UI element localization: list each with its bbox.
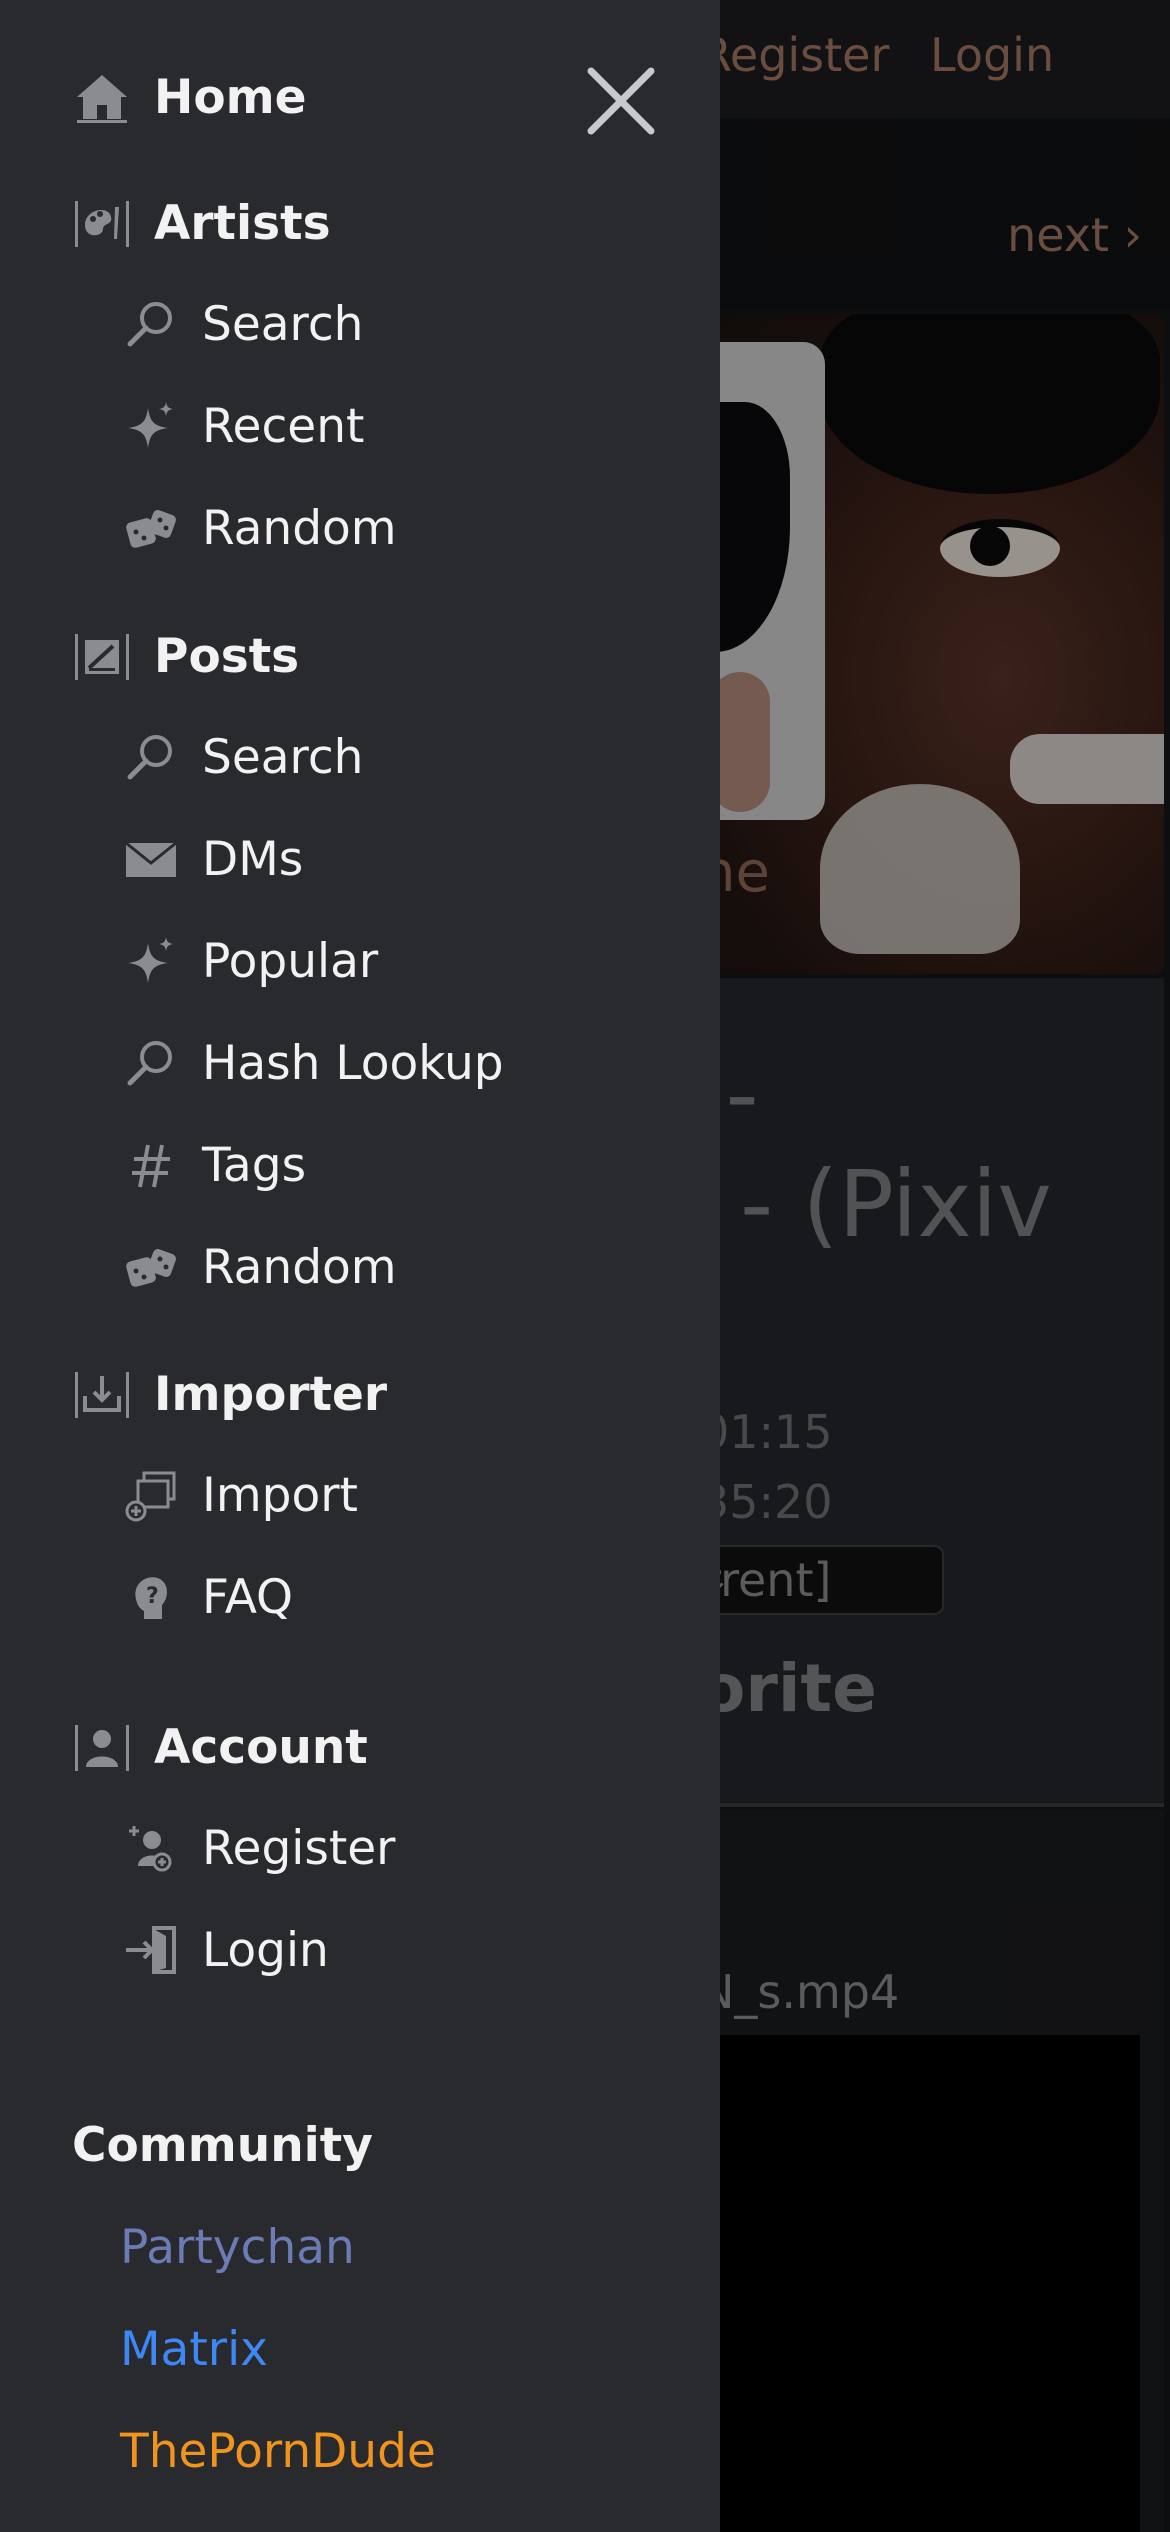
search-icon [120,1035,182,1091]
sidebar-item-posts-search[interactable]: Search [120,727,363,787]
sidebar-section-label: Account [154,1719,368,1775]
sidebar-item-label: Hash Lookup [202,1035,504,1091]
sidebar-item-label: DMs [202,831,304,887]
community-heading: Community [72,2118,373,2173]
faq-icon: ? [120,1569,182,1625]
sidebar-item-artists-random[interactable]: Random [120,498,397,558]
hash-icon [120,1137,182,1193]
sidebar-section-label: Posts [154,628,300,684]
sidebar-item-label: Tags [202,1137,307,1193]
svg-text:?: ? [146,1584,159,1609]
sidebar-item-artists-recent[interactable]: Recent [120,396,364,456]
sidebar-item-importer-import[interactable]: Import [120,1465,358,1525]
sidebar-item-account-login[interactable]: Login [120,1920,329,1980]
community-link-matrix[interactable]: Matrix [120,2322,268,2377]
sidebar-item-posts-dms[interactable]: DMs [120,829,303,889]
sidebar-item-label: Import [202,1467,358,1523]
sidebar-item-label: Register [202,1820,396,1876]
community-link-partychan[interactable]: Partychan [120,2220,355,2275]
envelope-icon [120,831,182,887]
sidebar-drawer: Home Artists Search Recent Random Posts [0,0,720,2532]
sidebar-item-account-register[interactable]: Register [120,1818,396,1878]
sparkle-icon [120,398,182,454]
import-icon [120,1467,182,1523]
sidebar-item-home[interactable]: Home [72,67,306,127]
login-icon [120,1922,182,1978]
palette-icon [72,195,132,251]
sidebar-item-label: Random [202,1239,397,1295]
sidebar-section-posts[interactable]: Posts [72,626,299,686]
posts-icon [72,628,132,684]
community-link-theporndude[interactable]: ThePornDude [120,2424,436,2479]
sidebar-section-label: Artists [154,195,331,251]
sidebar-item-posts-hash-lookup[interactable]: Hash Lookup [120,1033,504,1093]
sidebar-section-label: Importer [154,1366,388,1422]
home-icon [72,69,132,125]
sidebar-item-label: Home [154,69,307,125]
sidebar-item-label: Recent [202,398,365,454]
sparkle-icon [120,933,182,989]
sidebar-section-artists[interactable]: Artists [72,193,331,253]
sidebar-item-label: Search [202,296,364,352]
sidebar-item-posts-popular[interactable]: Popular [120,931,378,991]
search-icon [120,729,182,785]
dice-icon [120,500,182,556]
sidebar-item-label: Login [202,1922,329,1978]
sidebar-item-posts-tags[interactable]: Tags [120,1135,306,1195]
sidebar-item-importer-faq[interactable]: ? FAQ [120,1567,293,1627]
sidebar-item-label: Popular [202,933,379,989]
search-icon [120,296,182,352]
sidebar-item-label: Search [202,729,364,785]
register-icon [120,1820,182,1876]
sidebar-section-account[interactable]: Account [72,1717,368,1777]
sidebar-item-label: FAQ [202,1569,294,1625]
dice-icon [120,1239,182,1295]
importer-icon [72,1366,132,1422]
close-icon [587,67,655,135]
account-icon [72,1719,132,1775]
sidebar-item-posts-random[interactable]: Random [120,1237,397,1297]
sidebar-section-importer[interactable]: Importer [72,1364,387,1424]
close-sidebar-button[interactable] [585,65,657,137]
sidebar-item-label: Random [202,500,397,556]
sidebar-item-artists-search[interactable]: Search [120,294,363,354]
